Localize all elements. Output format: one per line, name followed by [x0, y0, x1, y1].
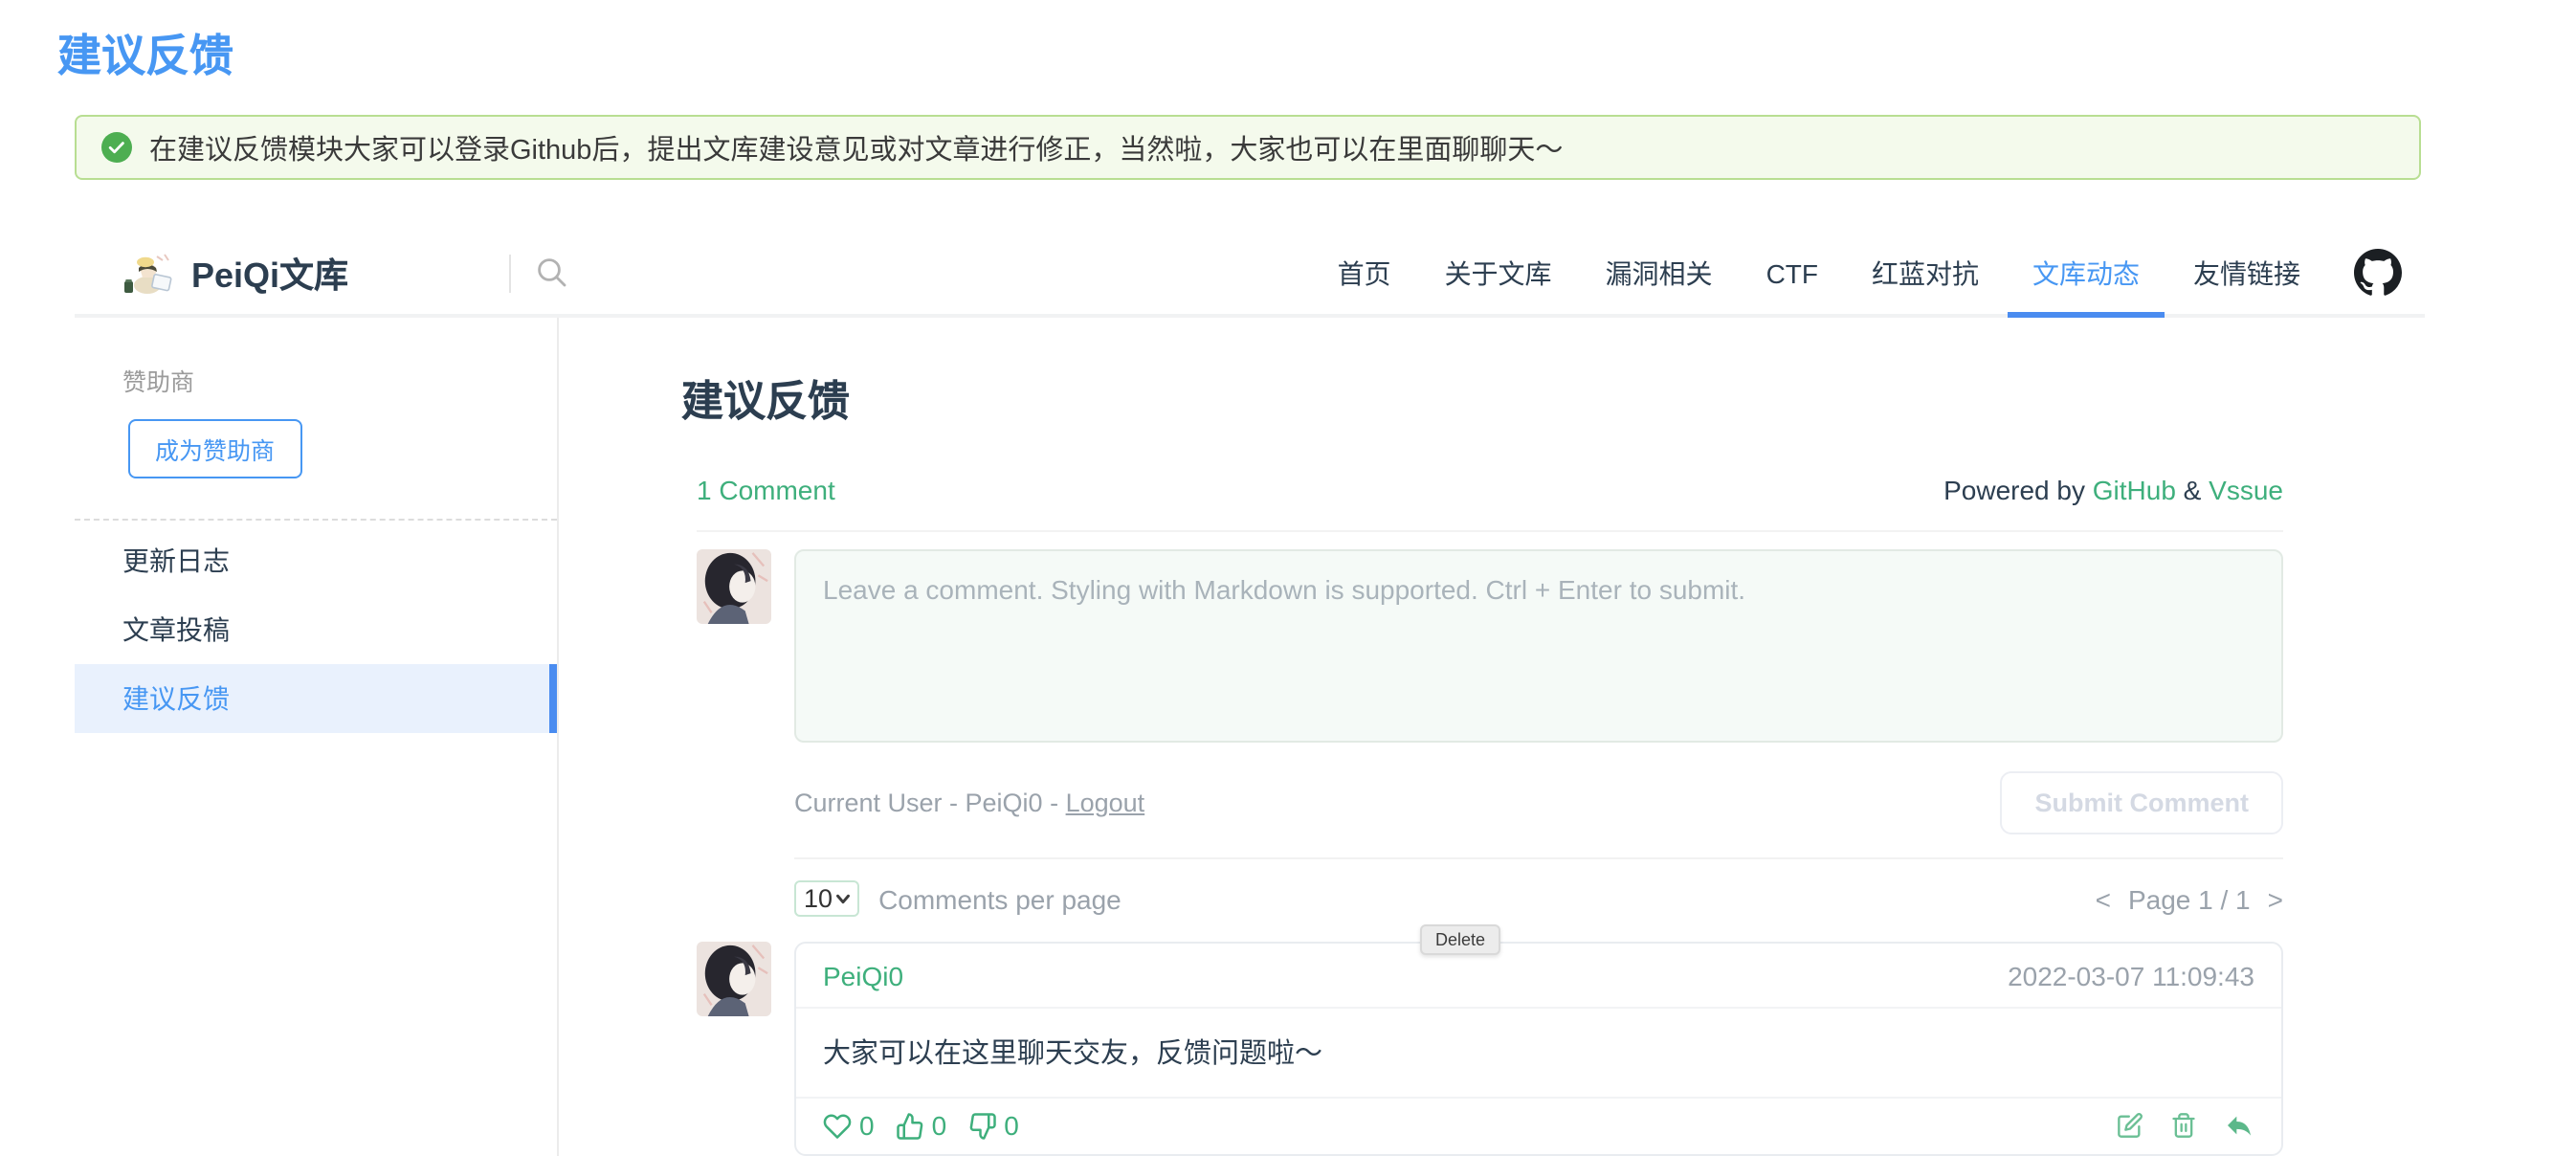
powered-by-amp: & [2176, 475, 2209, 505]
main-content: 建议反馈 1 Comment Powered by GitHub & Vssue… [559, 318, 2576, 1156]
thumbs-up-count: 0 [932, 1110, 947, 1141]
comment-item: Delete PeiQi0 2022-03-07 11:09:43 大家可以在这… [697, 942, 2283, 1156]
navbar-links: 首页 关于文库 漏洞相关 CTF 红蓝对抗 文库动态 友情链接 [1338, 232, 2425, 314]
per-page-label: Comments per page [878, 883, 1121, 914]
sidebar-item-changelog[interactable]: 更新日志 [75, 526, 557, 595]
tip-text: 在建议反馈模块大家可以登录Github后，提出文库建设意见或对文章进行修正，当然… [149, 127, 1563, 167]
current-user-prefix: Current User - PeiQi0 - [794, 789, 1066, 817]
trash-icon [2170, 1112, 2197, 1139]
reply-icon [2224, 1110, 2254, 1141]
edit-comment-button[interactable] [2117, 1112, 2143, 1139]
reaction-thumbs-up[interactable]: 0 [896, 1110, 947, 1141]
vssue-comments-widget: 1 Comment Powered by GitHub & Vssue Curr… [697, 475, 2283, 1156]
current-user-avatar [697, 549, 771, 624]
logout-link[interactable]: Logout [1066, 789, 1145, 817]
comment-input[interactable] [794, 549, 2283, 743]
navbar: PeiQi文库 首页 关于文库 漏洞相关 CTF 红蓝对抗 文库动态 友情链接 [75, 232, 2425, 318]
delete-tooltip: Delete [1420, 924, 1500, 955]
check-circle-icon [101, 132, 132, 163]
next-page-button[interactable]: > [2268, 883, 2283, 914]
per-page-value: 10 [804, 884, 833, 913]
thumbs-up-icon [896, 1111, 924, 1140]
reply-comment-button[interactable] [2224, 1110, 2254, 1141]
sidebar-item-feedback[interactable]: 建议反馈 [75, 664, 557, 733]
nav-link-friends[interactable]: 友情链接 [2193, 232, 2300, 314]
search-icon[interactable] [536, 256, 568, 289]
comment-author[interactable]: PeiQi0 [823, 960, 903, 990]
submit-comment-button[interactable]: Submit Comment [2000, 771, 2283, 834]
nav-link-home[interactable]: 首页 [1338, 232, 1391, 314]
comments-count: 1 Comment [697, 475, 835, 505]
heart-count: 0 [859, 1110, 875, 1141]
become-sponsor-button[interactable]: 成为赞助商 [128, 419, 301, 478]
delete-comment-button[interactable] [2170, 1112, 2197, 1139]
thumbs-down-count: 0 [1004, 1110, 1019, 1141]
page-root: 建议反馈 在建议反馈模块大家可以登录Github后，提出文库建设意见或对文章进行… [0, 0, 2576, 1093]
navbar-divider [509, 254, 511, 292]
nav-link-vulns[interactable]: 漏洞相关 [1606, 232, 1713, 314]
nav-link-about[interactable]: 关于文库 [1445, 232, 1552, 314]
sidebar-divider [75, 519, 557, 521]
editor-divider [794, 857, 2283, 859]
page-title: 建议反馈 [57, 19, 2576, 84]
sidebar-item-submit-article[interactable]: 文章投稿 [75, 595, 557, 664]
page-indicator: Page 1 / 1 [2128, 883, 2251, 914]
nav-link-redblue[interactable]: 红蓝对抗 [1872, 232, 1979, 314]
nav-link-ctf[interactable]: CTF [1766, 232, 1818, 314]
comment-timestamp: 2022-03-07 11:09:43 [2008, 960, 2254, 990]
current-user-text: Current User - PeiQi0 - Logout [794, 789, 1144, 817]
per-page-select[interactable]: 10 [794, 880, 859, 917]
powered-by: Powered by GitHub & Vssue [1943, 475, 2283, 505]
reaction-thumbs-down[interactable]: 0 [967, 1110, 1019, 1141]
github-icon[interactable] [2354, 249, 2402, 297]
reaction-heart[interactable]: 0 [823, 1110, 875, 1141]
content-heading: 建议反馈 [681, 367, 2576, 429]
powered-by-prefix: Powered by [1943, 475, 2093, 505]
chevron-down-icon [833, 888, 854, 909]
pagination: < Page 1 / 1 > [2096, 883, 2283, 914]
tip-banner: 在建议反馈模块大家可以登录Github后，提出文库建设意见或对文章进行修正，当然… [75, 115, 2421, 180]
vssue-link[interactable]: Vssue [2209, 475, 2283, 505]
prev-page-button[interactable]: < [2096, 883, 2111, 914]
site-title[interactable]: PeiQi文库 [191, 248, 348, 298]
github-link[interactable]: GitHub [2093, 475, 2176, 505]
comment-author-avatar [697, 942, 771, 1016]
edit-icon [2117, 1112, 2143, 1139]
nav-link-dynamics[interactable]: 文库动态 [2032, 232, 2140, 314]
comment-body: 大家可以在这里聊天交友，反馈问题啦～ [796, 1009, 2281, 1097]
sponsor-label: 赞助商 [122, 362, 557, 398]
sidebar: 赞助商 成为赞助商 更新日志 文章投稿 建议反馈 [75, 318, 559, 1156]
thumbs-down-icon [967, 1111, 996, 1140]
heart-icon [823, 1111, 852, 1140]
site-logo-icon[interactable] [122, 250, 174, 296]
comment-card: PeiQi0 2022-03-07 11:09:43 大家可以在这里聊天交友，反… [794, 942, 2283, 1156]
